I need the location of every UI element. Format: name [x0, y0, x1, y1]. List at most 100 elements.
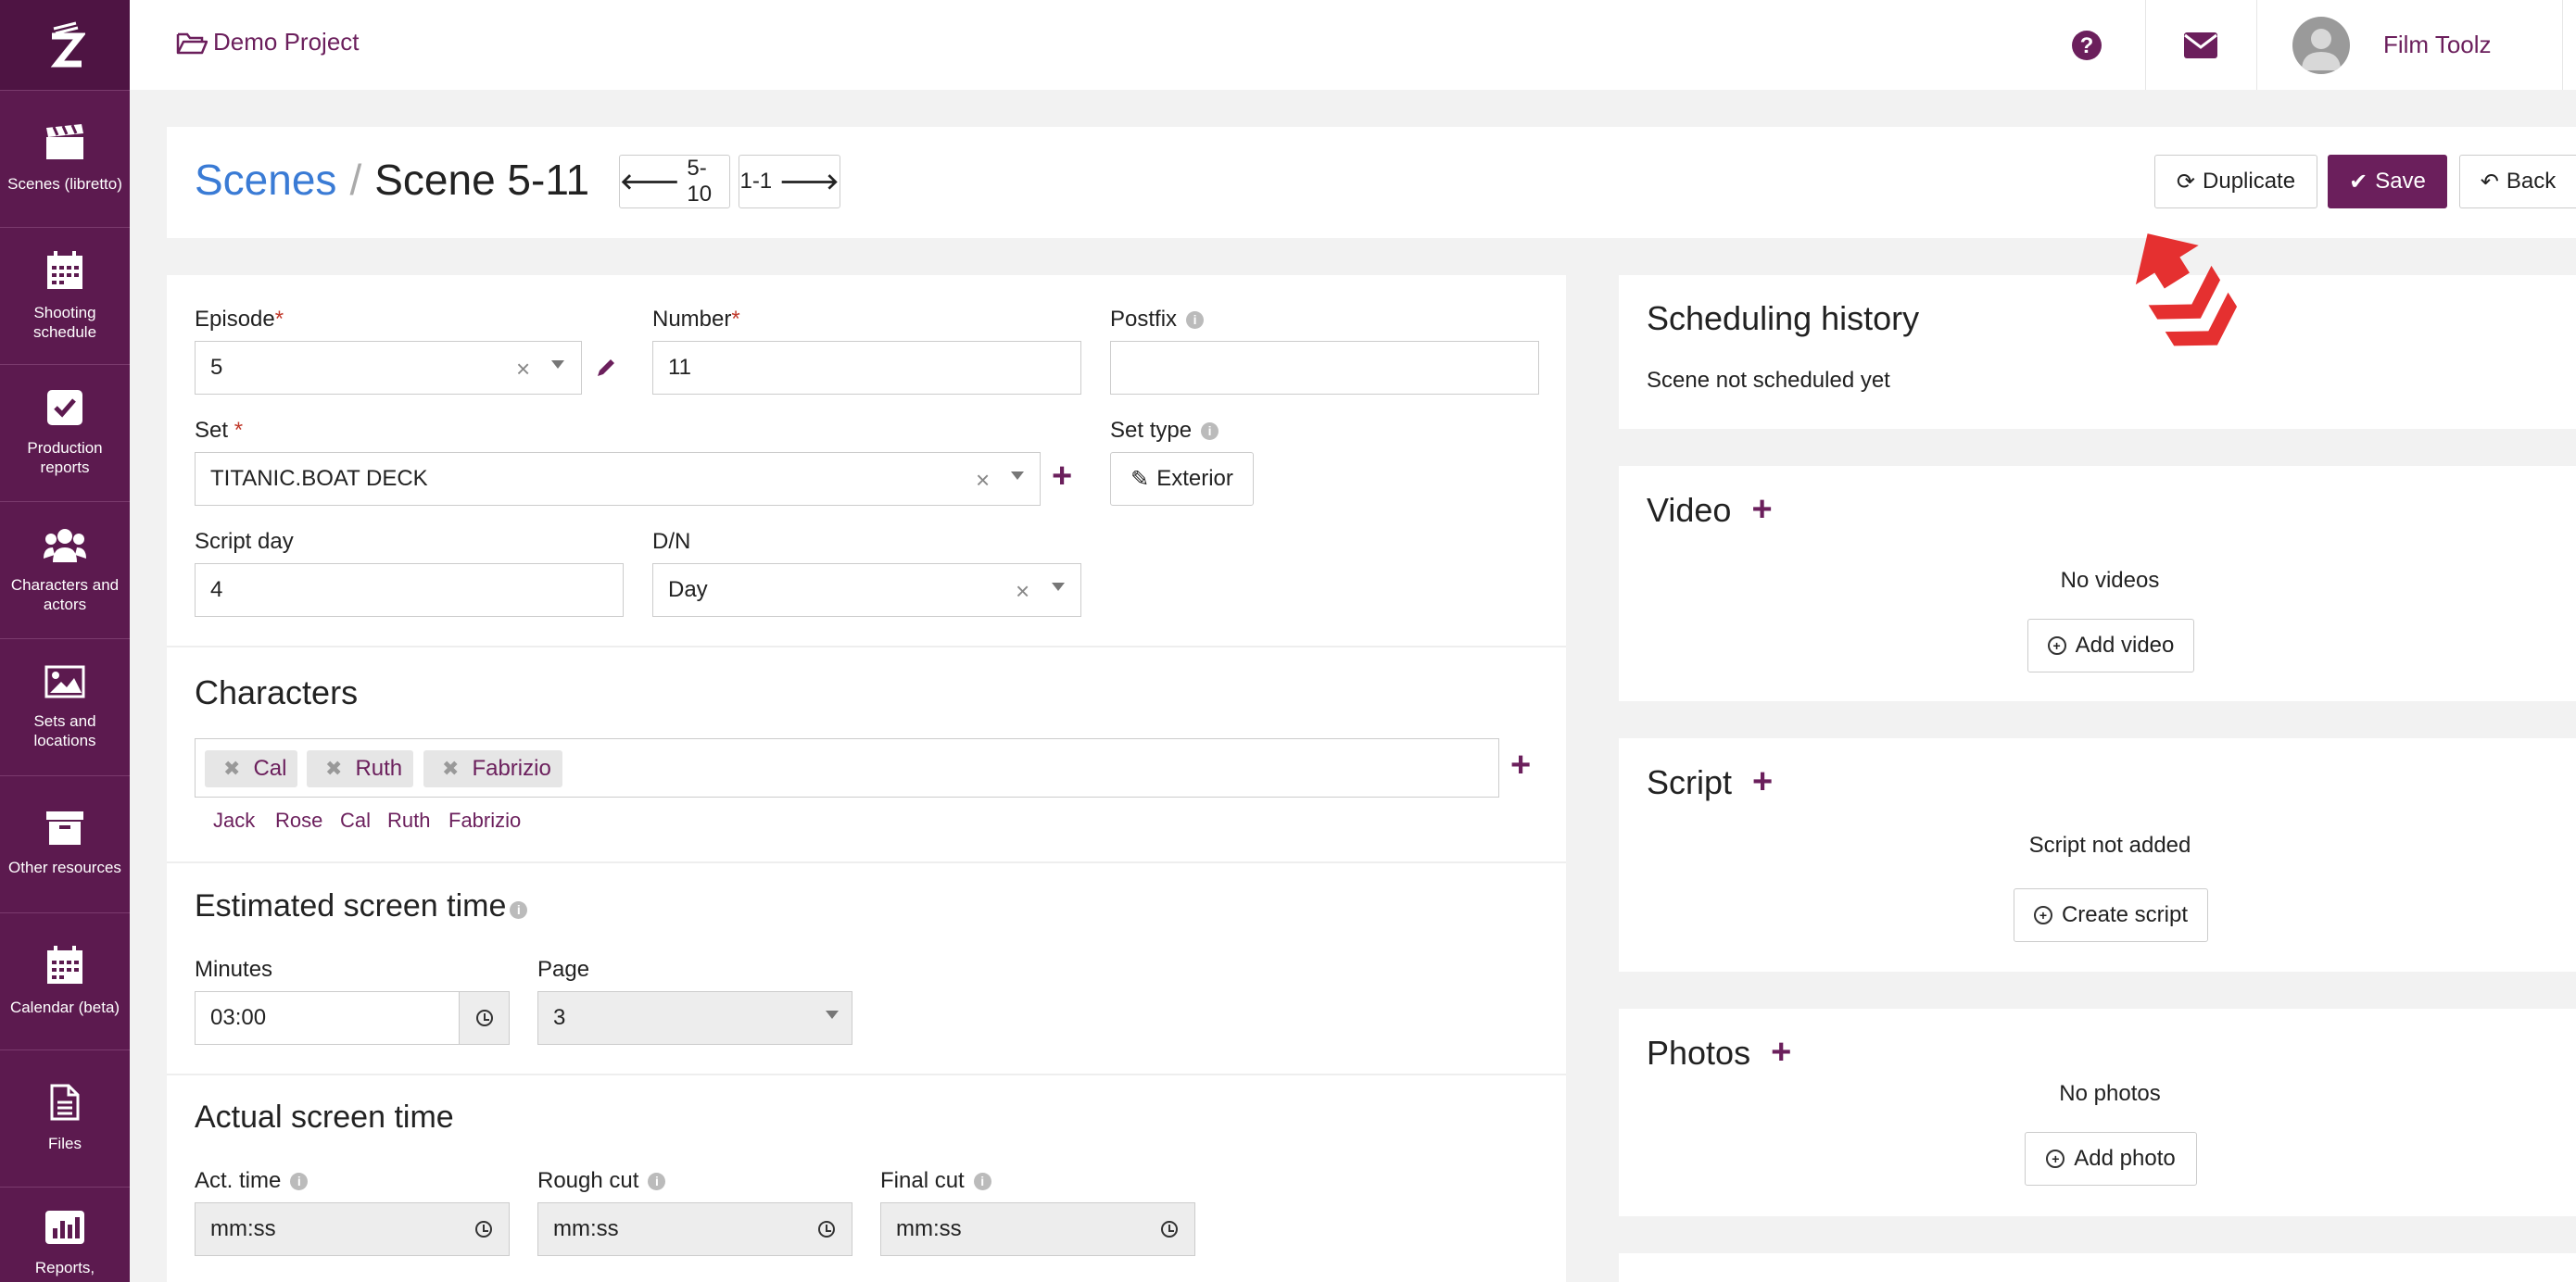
clear-icon[interactable]: × — [516, 355, 530, 383]
next-panel — [1619, 1253, 2576, 1282]
character-tag[interactable]: ✖ Cal — [205, 750, 298, 787]
character-suggestion[interactable]: Fabrizio — [448, 809, 521, 833]
photos-title: Photos + — [1647, 1033, 1792, 1073]
rough-cut-field[interactable]: mm:ss — [537, 1202, 852, 1256]
final-cut-field[interactable]: mm:ss — [880, 1202, 1195, 1256]
clock-icon[interactable] — [459, 1203, 509, 1255]
save-button[interactable]: ✔ Save — [2328, 155, 2447, 208]
postfix-label: Postfix i — [1110, 307, 1205, 333]
video-panel: Video + No videos + Add video — [1619, 466, 2576, 701]
chevron-down-icon — [1052, 583, 1065, 591]
sidebar-item-label: Production reports — [27, 438, 103, 476]
character-suggestion[interactable]: Cal — [340, 809, 371, 833]
clock-icon[interactable] — [459, 992, 509, 1044]
folder-open-icon — [176, 32, 208, 54]
next-scene-button[interactable]: 1-1 🡒 — [739, 155, 840, 208]
app-logo[interactable] — [0, 0, 130, 90]
act-time-label: Act. time i — [195, 1168, 309, 1194]
add-photo-icon[interactable]: + — [1771, 1033, 1791, 1073]
prev-scene-label: 5-10 — [687, 156, 713, 207]
divider — [167, 1074, 1566, 1075]
back-button[interactable]: ↶ Back — [2459, 155, 2576, 208]
sidebar-item-reports[interactable]: Reports, — [0, 1187, 130, 1282]
clock-icon[interactable] — [1144, 1203, 1194, 1255]
user-menu[interactable]: Film Toolz — [2256, 0, 2562, 90]
plus-circle-icon: + — [2033, 906, 2052, 924]
add-video-button[interactable]: + Add video — [2027, 619, 2194, 672]
remove-icon[interactable]: ✖ — [223, 757, 240, 781]
add-set-icon[interactable]: + — [1052, 459, 1072, 494]
divider — [2562, 0, 2563, 90]
create-script-button[interactable]: + Create script — [2014, 888, 2208, 942]
duplicate-button[interactable]: ⟳ Duplicate — [2154, 155, 2317, 208]
characters-title: Characters — [195, 673, 359, 711]
characters-select[interactable]: ✖ Cal ✖ Ruth ✖ Fabrizio — [195, 738, 1499, 798]
actual-time-title: Actual screen time — [195, 1100, 454, 1135]
clear-icon[interactable]: × — [976, 466, 990, 495]
character-suggestion[interactable]: Jack — [213, 809, 255, 833]
sidebar-item-sets-locations[interactable]: Sets and locations — [0, 638, 130, 775]
rough-cut-label: Rough cut i — [537, 1168, 666, 1194]
arrow-right-icon: 🡒 — [779, 170, 840, 195]
sidebar-item-scenes[interactable]: Scenes (libretto) — [0, 90, 130, 227]
project-link[interactable]: Demo Project — [176, 28, 360, 57]
remove-icon[interactable]: ✖ — [442, 757, 459, 781]
clapperboard-icon — [46, 124, 83, 159]
page-select[interactable]: 3 — [537, 991, 852, 1045]
sidebar-item-shooting-schedule[interactable]: Shooting schedule — [0, 227, 130, 364]
character-suggestion[interactable]: Rose — [275, 809, 322, 833]
add-video-icon[interactable]: + — [1751, 490, 1772, 530]
info-icon: i — [1186, 311, 1205, 329]
number-field[interactable]: 11 — [652, 341, 1081, 395]
plus-circle-icon: + — [2047, 636, 2066, 655]
script-day-field[interactable]: 4 — [195, 563, 624, 617]
postfix-field[interactable] — [1110, 341, 1539, 395]
character-tag[interactable]: ✖ Fabrizio — [423, 750, 562, 787]
set-type-button[interactable]: ✎ Exterior — [1110, 452, 1254, 506]
remove-icon[interactable]: ✖ — [325, 757, 342, 781]
info-icon: i — [1201, 422, 1219, 440]
help-button[interactable]: ? — [2032, 0, 2141, 90]
set-value: TITANIC.BOAT DECK — [210, 466, 428, 491]
clock-icon[interactable] — [802, 1203, 852, 1255]
dn-value: Day — [668, 577, 708, 602]
sidebar-item-characters-actors[interactable]: Characters and actors — [0, 501, 130, 638]
messages-button[interactable] — [2145, 0, 2254, 90]
divider — [167, 646, 1566, 647]
arrow-left-icon: 🡐 — [620, 170, 680, 195]
sidebar-item-other-resources[interactable]: Other resources — [0, 775, 130, 912]
sidebar-item-files[interactable]: Files — [0, 1049, 130, 1187]
avatar — [2292, 16, 2350, 74]
sidebar-item-label: Calendar (beta) — [9, 999, 120, 1016]
add-script-icon[interactable]: + — [1752, 762, 1773, 802]
set-select[interactable]: TITANIC.BOAT DECK × — [195, 452, 1041, 506]
minutes-field[interactable]: 03:00 — [195, 991, 510, 1045]
prev-scene-button[interactable]: 🡐 5-10 — [619, 155, 730, 208]
character-tag[interactable]: ✖ Ruth — [307, 750, 414, 787]
video-title: Video + — [1647, 490, 1773, 530]
add-photo-button[interactable]: + Add photo — [2025, 1132, 2197, 1186]
episode-value: 5 — [210, 355, 223, 380]
sidebar-item-calendar[interactable]: Calendar (beta) — [0, 912, 130, 1049]
next-scene-label: 1-1 — [739, 169, 773, 194]
save-label: Save — [2375, 169, 2426, 194]
refresh-icon: ⟳ — [2176, 169, 2196, 195]
sidebar-item-label: Shooting schedule — [32, 303, 97, 341]
set-label: Set * — [195, 418, 244, 443]
act-time-field[interactable]: mm:ss — [195, 1202, 510, 1256]
divider — [167, 861, 1566, 863]
character-suggestion[interactable]: Ruth — [387, 809, 430, 833]
sidebar-item-production-reports[interactable]: Production reports — [0, 364, 130, 501]
add-character-icon[interactable]: + — [1510, 748, 1531, 783]
dn-select[interactable]: Day × — [652, 563, 1081, 617]
breadcrumb-separator: / — [349, 156, 362, 204]
breadcrumb-scenes-link[interactable]: Scenes — [195, 156, 336, 204]
clear-icon[interactable]: × — [1016, 577, 1029, 606]
episode-select[interactable]: 5 × — [195, 341, 582, 395]
pencil-icon[interactable] — [595, 357, 617, 379]
sidebar-item-label: Reports, — [34, 1259, 95, 1276]
number-label: Number* — [652, 307, 740, 332]
top-bar: Demo Project ? Film Toolz — [130, 0, 2576, 90]
info-icon: i — [973, 1173, 991, 1190]
undo-icon: ↶ — [2480, 169, 2499, 195]
